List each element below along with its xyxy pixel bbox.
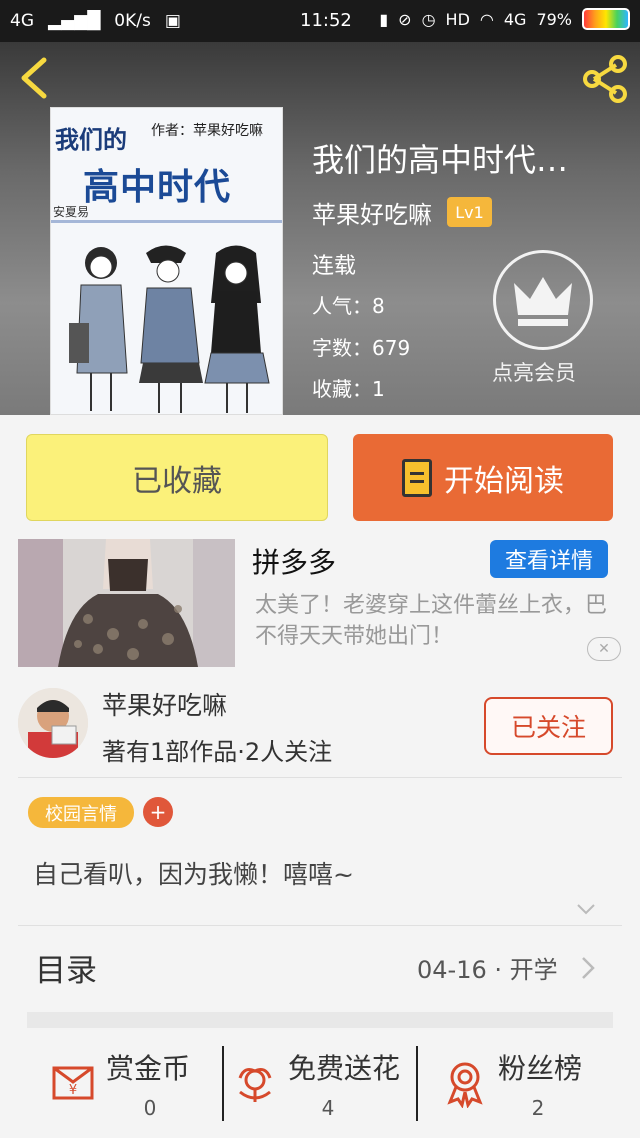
vertical-divider — [416, 1046, 418, 1121]
hd-indicator: HD — [445, 9, 470, 29]
send-flower-label: 免费送花 — [288, 1052, 401, 1085]
speed-indicator: 0K/s — [114, 11, 151, 31]
level-badge: Lv1 — [447, 197, 492, 227]
network2-indicator: 4G — [503, 9, 527, 29]
author-info: 著有1部作品·2人关注 — [102, 738, 333, 766]
vip-label[interactable]: 点亮会员 — [492, 357, 576, 387]
cover-divider — [51, 220, 282, 223]
catalog-label[interactable]: 目录 — [35, 945, 97, 990]
favorites-label: 收藏： — [312, 377, 372, 401]
words-value: 679 — [372, 336, 411, 360]
fan-ranking-count: 2 — [531, 1096, 545, 1120]
book-cover[interactable]: 我们的 作者：苹果好吃嘛 高中时代 安夏易 — [50, 107, 283, 415]
avatar-image — [18, 688, 88, 758]
book-icon — [402, 458, 432, 497]
book-intro: 自己看叭，因为我懒！嘻嘻~ — [33, 860, 354, 889]
reward-coins-label: 赏金币 — [106, 1052, 191, 1085]
ad-image[interactable] — [18, 539, 235, 667]
view-details-label: 查看详情 — [504, 549, 593, 574]
send-flower-button[interactable]: 免费送花 4 — [230, 1040, 426, 1125]
reward-coins-count: 0 — [143, 1096, 157, 1120]
chevron-down-icon[interactable] — [575, 898, 597, 920]
favorites-value: 1 — [372, 377, 385, 401]
words-stat: 字数：679 — [312, 332, 410, 361]
ad-description[interactable]: 太美了！老婆穿上这件蕾丝上衣，巴不得天天带她出门！ — [255, 590, 620, 652]
ad-close-icon[interactable]: ✕ — [587, 637, 621, 661]
status-bar: 4G ▂▄▆█ 0K/s ▣ 11:52 ▮ ⊘ ◷ HD ◠ 4G 79% — [0, 0, 640, 42]
divider — [18, 925, 622, 926]
author-avatar[interactable] — [18, 688, 88, 758]
fan-ranking-button[interactable]: 粉丝榜 2 — [440, 1040, 636, 1125]
ad-title[interactable]: 拼多多 — [252, 541, 336, 581]
charging-icon: ▮ — [379, 9, 389, 29]
collected-label: 已收藏 — [132, 463, 222, 499]
follow-button[interactable]: 已关注 — [484, 697, 613, 755]
author-name[interactable]: 苹果好吃嘛 — [102, 686, 227, 722]
cover-illustration — [69, 245, 270, 413]
start-reading-label: 开始阅读 — [444, 463, 564, 499]
book-author[interactable]: 苹果好吃嘛 — [312, 195, 432, 230]
latest-chapter[interactable]: 04-16 · 开学 — [417, 950, 558, 985]
view-details-button[interactable]: 查看详情 — [490, 540, 608, 578]
vip-button[interactable] — [493, 250, 593, 350]
battery-percent: 79% — [536, 9, 572, 29]
add-tag-button[interactable]: + — [143, 797, 173, 827]
notification-icon: ▣ — [164, 11, 181, 31]
cover-author: 作者：苹果好吃嘛 — [151, 123, 263, 139]
clock: 11:52 — [300, 10, 352, 31]
reward-coins-button[interactable]: ¥ 赏金币 0 — [48, 1040, 244, 1125]
chevron-right-icon[interactable] — [580, 955, 596, 981]
start-reading-button[interactable]: 开始阅读 — [353, 434, 613, 521]
cover-title-main: 高中时代 — [83, 167, 232, 208]
vertical-divider — [222, 1046, 224, 1121]
popularity-value: 8 — [372, 294, 385, 318]
signal-icon: ▂▄▆█ — [48, 11, 101, 31]
wifi-icon: ◠ — [479, 9, 494, 29]
fan-ranking-label: 粉丝榜 — [498, 1052, 583, 1085]
popularity-stat: 人气：8 — [312, 290, 385, 319]
alarm-icon: ◷ — [421, 9, 436, 29]
follow-label: 已关注 — [510, 713, 586, 742]
collected-button[interactable]: 已收藏 — [26, 434, 328, 521]
cover-small-text: 安夏易 — [53, 205, 90, 219]
tag-label: 校园言情 — [45, 803, 117, 825]
cover-title-top: 我们的 — [55, 126, 127, 154]
ad-photo — [18, 539, 235, 667]
favorites-stat: 收藏：1 — [312, 373, 385, 402]
network-indicator: 4G — [10, 11, 34, 31]
tag-campus-romance[interactable]: 校园言情 — [28, 797, 134, 828]
mute-icon: ⊘ — [398, 9, 412, 29]
book-title: 我们的高中时代… — [312, 141, 569, 179]
battery-icon — [582, 8, 630, 30]
send-flower-count: 4 — [321, 1096, 335, 1120]
share-icon[interactable] — [580, 54, 630, 104]
serial-status: 连载 — [312, 254, 357, 279]
section-separator — [27, 1012, 613, 1028]
divider — [18, 777, 622, 778]
words-label: 字数： — [312, 336, 372, 360]
popularity-label: 人气： — [312, 294, 372, 318]
back-icon[interactable] — [16, 56, 56, 100]
crown-icon — [514, 277, 572, 326]
